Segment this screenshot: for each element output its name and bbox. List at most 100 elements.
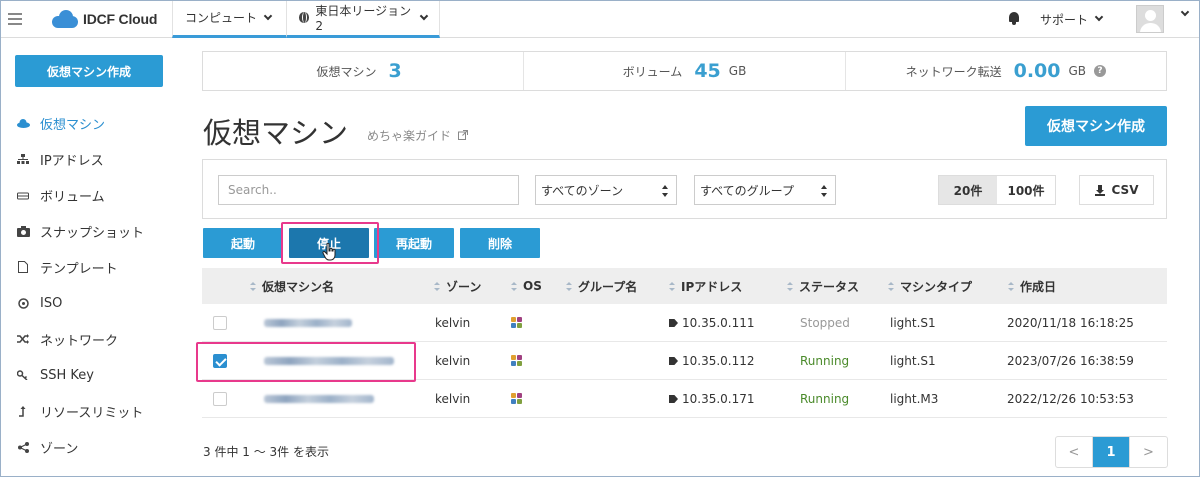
summary-vm-count: 3: [388, 60, 402, 82]
page-1-button[interactable]: 1: [1093, 437, 1130, 467]
os-icon: [511, 380, 523, 418]
table-row[interactable]: kelvin 10.35.0.111 Stopped light.S1 2020…: [202, 304, 1167, 342]
support-label: サポート: [1040, 12, 1089, 27]
sidebar-item-vm[interactable]: 仮想マシン: [16, 113, 105, 133]
sidebar-item-iso[interactable]: ISO: [16, 293, 62, 313]
delete-button[interactable]: 削除: [460, 228, 540, 258]
cloud-icon: [16, 118, 30, 128]
sidebar-item-network[interactable]: ネットワーク: [16, 329, 118, 349]
column-label: OS: [523, 279, 542, 293]
sidebar-item-ssh-key[interactable]: SSH Key: [16, 365, 94, 385]
search-input[interactable]: [218, 175, 519, 205]
row-zone: kelvin: [435, 354, 471, 368]
brand-logo[interactable]: IDCF Cloud: [52, 8, 157, 30]
os-icon: [511, 304, 523, 342]
sidebar-item-zone[interactable]: ゾーン: [16, 437, 78, 457]
select-arrows-icon: [821, 185, 827, 197]
sort-icon: [669, 281, 675, 291]
disc-icon: [16, 297, 30, 309]
shuffle-icon: [16, 334, 30, 344]
avatar[interactable]: [1136, 5, 1164, 33]
nav-compute[interactable]: コンピュート: [172, 0, 286, 38]
result-count: 3 件中 1 〜 3件 を表示: [203, 445, 329, 459]
column-label: ゾーン: [446, 279, 482, 294]
chevron-down-icon: [263, 11, 273, 20]
sidebar-item-label: ISO: [40, 295, 63, 311]
summary-transfer-value: 0.00: [1013, 60, 1061, 82]
page-size-100[interactable]: 100件: [997, 176, 1055, 204]
sidebar-item-label: リソースリミット: [40, 405, 144, 421]
column-created[interactable]: 作成日: [1008, 268, 1056, 304]
sidebar-item-resource-limit[interactable]: リソースリミット: [16, 401, 143, 421]
column-type[interactable]: マシンタイプ: [888, 268, 972, 304]
brand-name: IDCF Cloud: [83, 11, 158, 27]
page-size-toggle: 20件 100件: [938, 175, 1056, 205]
csv-download-button[interactable]: CSV: [1079, 175, 1154, 205]
group-select[interactable]: すべてのグループ: [694, 175, 836, 205]
column-zone[interactable]: ゾーン: [434, 268, 481, 304]
vm-name-blurred[interactable]: [264, 380, 374, 418]
next-page-button[interactable]: >: [1130, 437, 1167, 467]
group-select-value: すべてのグループ: [700, 183, 794, 198]
row-checkbox[interactable]: [213, 316, 227, 330]
table-row[interactable]: kelvin 10.35.0.112 Running light.S1 2023…: [202, 342, 1167, 380]
sidebar: 仮想マシン作成 仮想マシン IPアドレス ボリューム スナップショット テンプレ…: [0, 39, 180, 477]
row-type: light.M3: [890, 392, 939, 406]
level-up-icon: [16, 405, 30, 417]
restart-button[interactable]: 再起動: [374, 228, 454, 258]
start-button[interactable]: 起動: [203, 228, 283, 258]
row-ip: 10.35.0.112: [669, 342, 755, 380]
sort-icon: [888, 281, 894, 291]
hdd-icon: [16, 190, 30, 200]
row-checkbox[interactable]: [213, 392, 227, 406]
guide-link[interactable]: めちゃ楽ガイド: [367, 127, 468, 144]
table-row[interactable]: kelvin 10.35.0.171 Running light.M3 2022…: [202, 380, 1167, 418]
vm-table: 仮想マシン名 ゾーン OS グループ名 IPアドレス ステータス マシンタイプ …: [202, 268, 1167, 418]
nav-region[interactable]: 東日本リージョン2: [286, 0, 440, 38]
sidebar-item-snapshot[interactable]: スナップショット: [16, 221, 144, 241]
help-icon[interactable]: ?: [1094, 65, 1107, 77]
sidebar-item-label: IPアドレス: [40, 153, 104, 169]
row-zone: kelvin: [435, 392, 471, 406]
filter-panel: すべてのゾーン すべてのグループ 20件 100件 CSV: [202, 159, 1167, 219]
sidebar-item-label: SSH Key: [40, 367, 94, 383]
row-ip: 10.35.0.171: [669, 380, 755, 418]
table-header: 仮想マシン名 ゾーン OS グループ名 IPアドレス ステータス マシンタイプ …: [202, 268, 1167, 304]
row-created: 2023/07/26 16:38:59: [1007, 354, 1134, 368]
prev-page-button[interactable]: <: [1056, 437, 1093, 467]
status-badge: Running: [800, 392, 850, 406]
column-status[interactable]: ステータス: [787, 268, 859, 304]
hamburger-menu-icon[interactable]: [8, 13, 22, 25]
support-menu[interactable]: サポート: [1040, 0, 1104, 38]
sitemap-icon: [16, 153, 30, 165]
row-checkbox[interactable]: [213, 354, 227, 368]
row-ip-value: 10.35.0.112: [682, 354, 755, 368]
row-created: 2022/12/26 10:53:53: [1007, 392, 1134, 406]
tag-icon: [669, 395, 678, 403]
zone-select[interactable]: すべてのゾーン: [535, 175, 677, 205]
page-size-20[interactable]: 20件: [939, 176, 997, 204]
column-os[interactable]: OS: [511, 268, 542, 304]
sidebar-item-volume[interactable]: ボリューム: [16, 185, 105, 205]
summary-volume-unit: GB: [728, 64, 747, 78]
sidebar-item-template[interactable]: テンプレート: [16, 257, 118, 277]
download-icon: [1094, 185, 1105, 196]
tag-icon: [669, 357, 678, 365]
vm-name-blurred[interactable]: [264, 304, 352, 342]
column-name[interactable]: 仮想マシン名: [250, 268, 334, 304]
top-bar: IDCF Cloud コンピュート 東日本リージョン2 サポート: [0, 0, 1200, 38]
column-ip[interactable]: IPアドレス: [669, 268, 742, 304]
vm-name-blurred[interactable]: [264, 342, 394, 380]
bell-icon[interactable]: [1008, 12, 1020, 25]
sidebar-create-vm-button[interactable]: 仮想マシン作成: [15, 55, 163, 87]
select-arrows-icon: [662, 185, 668, 197]
create-vm-button[interactable]: 仮想マシン作成: [1025, 106, 1167, 146]
chevron-down-icon[interactable]: [1180, 7, 1190, 17]
file-icon: [16, 261, 30, 273]
column-group[interactable]: グループ名: [566, 268, 637, 304]
summary-vm: 仮想マシン 3: [203, 52, 525, 90]
row-created: 2020/11/18 16:18:25: [1007, 316, 1134, 330]
sidebar-item-ip[interactable]: IPアドレス: [16, 149, 104, 169]
summary-transfer: ネットワーク転送 0.00 GB ?: [846, 52, 1166, 90]
sort-icon: [1008, 281, 1014, 291]
